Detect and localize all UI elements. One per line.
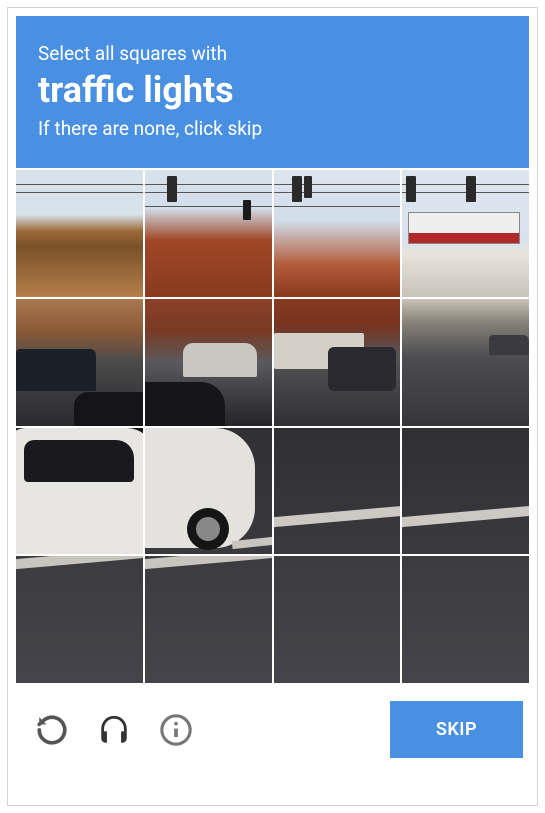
challenge-header: Select all squares with traffic lights I… xyxy=(16,16,529,168)
grid-tile-1-1[interactable] xyxy=(145,299,272,426)
grid-tile-0-0[interactable] xyxy=(16,170,143,297)
prompt-subject: traffic lights xyxy=(38,69,507,111)
prompt-prefix: Select all squares with xyxy=(38,42,507,65)
grid-tile-1-0[interactable] xyxy=(16,299,143,426)
grid-tile-1-3[interactable] xyxy=(402,299,529,426)
footer: SKIP xyxy=(16,683,529,766)
captcha-challenge: Select all squares with traffic lights I… xyxy=(7,7,538,806)
grid-tile-0-2[interactable] xyxy=(274,170,401,297)
headphones-icon xyxy=(97,713,131,747)
grid-tile-3-1[interactable] xyxy=(145,556,272,683)
grid-tile-1-2[interactable] xyxy=(274,299,401,426)
grid-tile-0-1[interactable] xyxy=(145,170,272,297)
grid-tile-3-3[interactable] xyxy=(402,556,529,683)
grid-tile-0-3[interactable] xyxy=(402,170,529,297)
grid-tile-2-2[interactable] xyxy=(274,428,401,555)
reload-icon xyxy=(35,713,69,747)
grid-tile-2-3[interactable] xyxy=(402,428,529,555)
grid-tile-3-2[interactable] xyxy=(274,556,401,683)
audio-challenge-button[interactable] xyxy=(96,712,132,748)
grid-tile-3-0[interactable] xyxy=(16,556,143,683)
image-grid xyxy=(16,170,529,683)
grid-tile-2-0[interactable] xyxy=(16,428,143,555)
grid-tile-2-1[interactable] xyxy=(145,428,272,555)
info-button[interactable] xyxy=(158,712,194,748)
info-icon xyxy=(159,713,193,747)
skip-button[interactable]: SKIP xyxy=(390,701,523,758)
prompt-instruction: If there are none, click skip xyxy=(38,117,507,140)
reload-button[interactable] xyxy=(34,712,70,748)
